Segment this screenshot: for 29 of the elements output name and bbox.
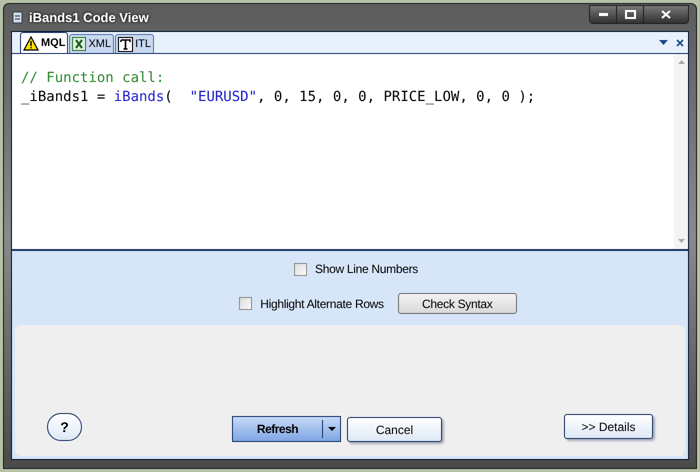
close-icon[interactable] — [676, 38, 684, 46]
close-button[interactable] — [644, 6, 688, 23]
cancel-button[interactable]: Cancel — [347, 417, 442, 442]
refresh-button[interactable]: Refresh — [232, 416, 341, 442]
minimize-button[interactable] — [590, 6, 617, 23]
code-line: // Function call: — [21, 69, 164, 88]
maximize-icon — [624, 10, 636, 19]
code-line: _iBands1 = iBands( "EURUSD", 0, 15, 0, 0, PRICE_LOW, 0, 0 ); — [21, 88, 536, 107]
warning-icon — [23, 36, 39, 50]
minimize-icon — [598, 13, 608, 16]
checkbox[interactable] — [294, 262, 308, 276]
checkbox-label: Highlight Alternate Rows — [260, 296, 384, 312]
spreadsheet-icon — [72, 37, 86, 51]
checkbox[interactable] — [239, 297, 252, 310]
text-icon — [118, 36, 134, 52]
tab[interactable]: MQL — [20, 32, 68, 53]
checkbox-label: Show Line Numbers — [315, 261, 418, 278]
dropdown-icon[interactable] — [328, 427, 336, 431]
help-button[interactable]: ? — [47, 413, 82, 441]
tab[interactable]: XML — [69, 34, 114, 53]
check-syntax-button[interactable]: Check Syntax — [398, 293, 517, 314]
close-icon — [661, 10, 671, 19]
code-editor[interactable]: // Function call: _iBands1 = iBands( "EURUSD", 0, 15, 0, 0, PRICE_LOW, 0, 0 ); — [12, 54, 688, 251]
window-title: iBands1 Code View — [29, 8, 149, 27]
dropdown-icon[interactable] — [659, 40, 668, 45]
tab[interactable]: ITL — [115, 34, 154, 53]
details-button[interactable]: >> Details — [564, 414, 653, 439]
maximize-button[interactable] — [617, 6, 644, 23]
app-icon — [11, 10, 25, 26]
